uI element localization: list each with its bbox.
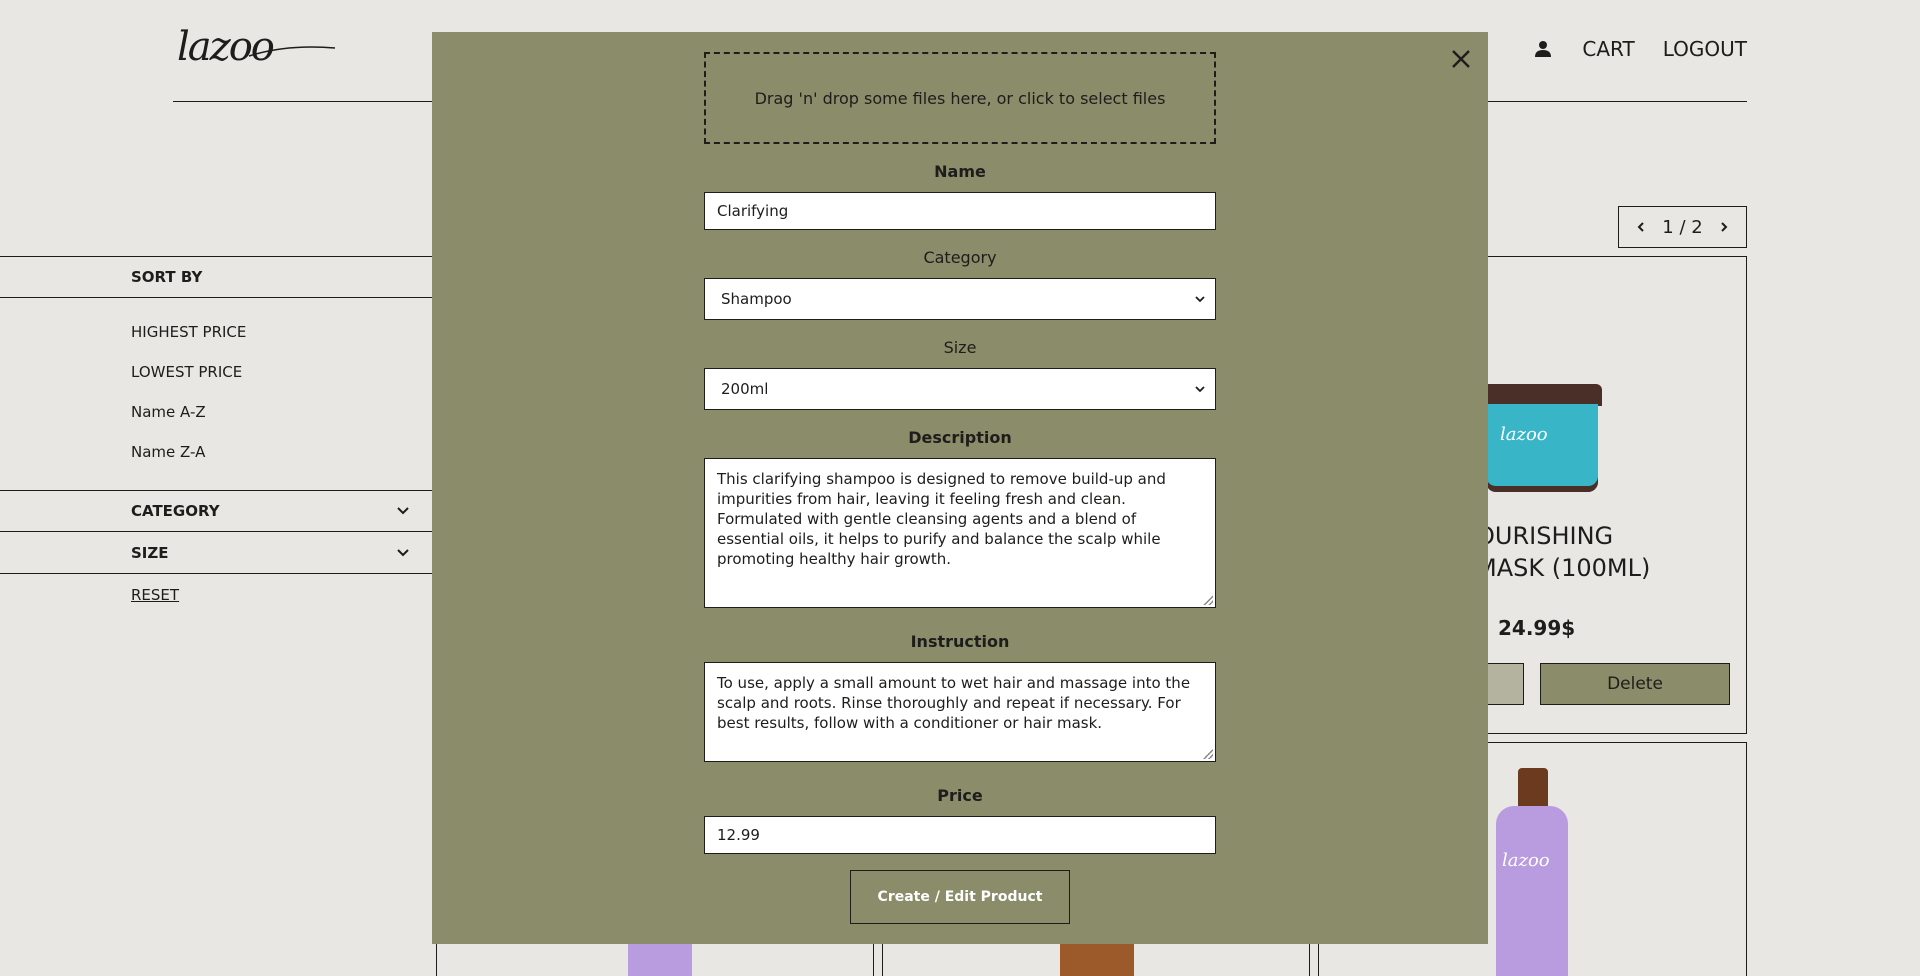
category-select[interactable]: Shampoo [704, 278, 1216, 320]
chevron-down-icon [397, 507, 409, 515]
dropzone-text: Drag 'n' drop some files here, or click … [754, 88, 1166, 108]
jar-brand-text: lazoo [1500, 424, 1548, 445]
description-label: Description [908, 428, 1012, 447]
close-modal-button[interactable] [1448, 46, 1474, 72]
category-filter-label: CATEGORY [131, 502, 220, 520]
size-select-value: 200ml [721, 380, 769, 398]
category-select-value: Shampoo [721, 290, 792, 308]
category-label: Category [923, 248, 997, 267]
nav-logout-link[interactable]: LOGOUT [1663, 36, 1747, 62]
instruction-label: Instruction [910, 632, 1010, 651]
create-edit-product-button[interactable]: Create / Edit Product [850, 870, 1070, 924]
description-textarea[interactable]: This clarifying shampoo is designed to r… [704, 458, 1216, 608]
sort-by-header: SORT BY [0, 256, 432, 298]
nav-cart-link[interactable]: CART [1582, 36, 1634, 62]
category-filter-toggle[interactable]: CATEGORY [0, 490, 432, 532]
chevron-right-icon[interactable] [1718, 221, 1730, 233]
chevron-down-icon [1195, 386, 1205, 393]
sort-option-name-z-a[interactable]: Name Z-A [131, 432, 432, 472]
close-icon [1452, 50, 1470, 68]
sort-option-name-a-z[interactable]: Name A-Z [131, 392, 432, 432]
instruction-textarea[interactable]: To use, apply a small amount to wet hair… [704, 662, 1216, 762]
file-dropzone[interactable]: Drag 'n' drop some files here, or click … [704, 52, 1216, 144]
main-nav: CART LOGOUT [1532, 36, 1747, 62]
price-label: Price [937, 786, 983, 805]
pagination: 1 / 2 [1618, 206, 1747, 248]
resize-handle-icon[interactable] [1203, 749, 1213, 759]
page-indicator: 1 / 2 [1662, 216, 1703, 238]
product-title-line1: OURISHING [1476, 522, 1614, 550]
price-input[interactable]: 12.99 [704, 816, 1216, 854]
name-input[interactable]: Clarifying [704, 192, 1216, 230]
chevron-down-icon [397, 548, 409, 556]
filter-sidebar: SORT BY HIGHEST PRICE LOWEST PRICE Name … [0, 256, 432, 604]
user-icon[interactable] [1532, 38, 1554, 60]
product-image-jar [1486, 404, 1598, 492]
site-logo[interactable]: lazoo [177, 22, 336, 72]
sort-options: HIGHEST PRICE LOWEST PRICE Name A-Z Name… [0, 298, 432, 490]
product-title-line2: MASK (100ML) [1476, 554, 1651, 582]
resize-handle-icon[interactable] [1203, 595, 1213, 605]
product-image-bottle-cap [1518, 768, 1548, 808]
product-image-bottle [628, 944, 692, 976]
size-filter-toggle[interactable]: SIZE [0, 532, 432, 574]
product-title: OURISHING MASK (100ML) [1476, 520, 1650, 584]
reset-filters-link[interactable]: RESET [0, 586, 432, 604]
chevron-down-icon [1195, 296, 1205, 303]
product-image-bottle [1496, 806, 1568, 976]
chevron-left-icon[interactable] [1635, 221, 1647, 233]
name-label: Name [934, 162, 986, 181]
size-filter-label: SIZE [131, 543, 169, 562]
size-label: Size [943, 338, 977, 357]
logo-swoosh-icon [248, 46, 336, 57]
product-image-bottle [1060, 944, 1134, 976]
instruction-text: To use, apply a small amount to wet hair… [717, 674, 1191, 732]
sort-option-highest-price[interactable]: HIGHEST PRICE [131, 312, 432, 352]
delete-button[interactable]: Delete [1540, 663, 1730, 705]
size-select[interactable]: 200ml [704, 368, 1216, 410]
description-text: This clarifying shampoo is designed to r… [717, 470, 1166, 568]
product-price: 24.99$ [1498, 616, 1576, 640]
product-image-jar-lid [1482, 384, 1602, 406]
sort-option-lowest-price[interactable]: LOWEST PRICE [131, 352, 432, 392]
sort-by-label: SORT BY [131, 268, 203, 286]
bottle-brand-text: lazoo [1502, 850, 1550, 871]
